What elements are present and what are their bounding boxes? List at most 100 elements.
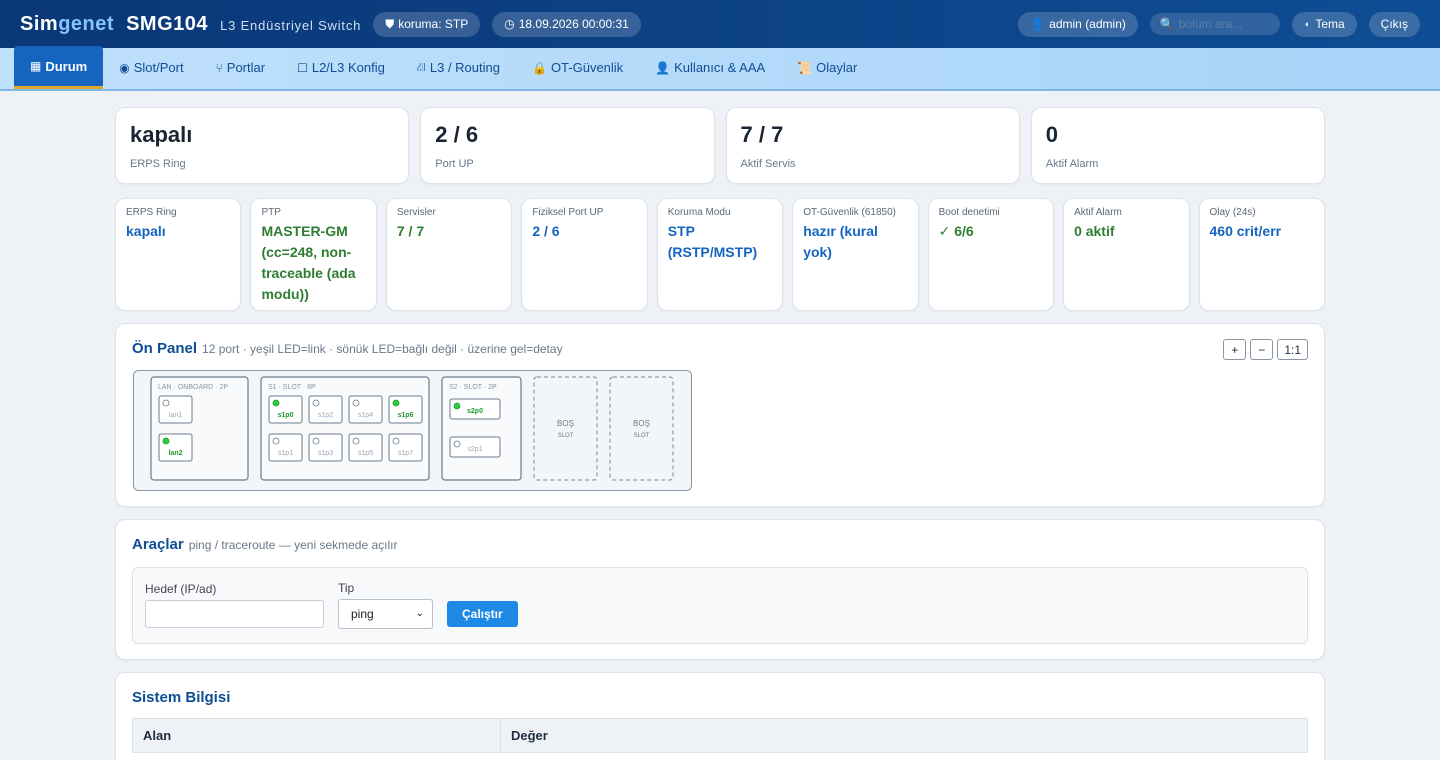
tools-section: Araçlar ping / traceroute — yeni sekmede… (115, 519, 1325, 660)
port-s1p6[interactable]: s1p6 (388, 395, 423, 424)
zoom-reset-button[interactable]: 1:1 (1277, 339, 1308, 360)
run-button[interactable]: Çalıştır (447, 601, 518, 627)
front-panel-section: Ön Panel 12 port · yeşil LED=link · sönü… (115, 323, 1325, 507)
system-info-header: Sistem Bilgisi (132, 689, 1308, 706)
status-label: Olay (24s) (1209, 207, 1256, 218)
port-s1p0[interactable]: s1p0 (268, 395, 303, 424)
port-s1p4[interactable]: s1p4 (348, 395, 383, 424)
port-s1p7[interactable]: s1p7 (388, 433, 423, 462)
module-frame (441, 376, 522, 481)
port-s1p2[interactable]: s1p2 (308, 395, 343, 424)
tab-6[interactable]: 👤 Kullanıcı & AAA (639, 46, 781, 89)
logout-button[interactable]: Çıkış (1368, 11, 1420, 37)
summary-card: kapalı ERPS Ring (115, 107, 410, 184)
module-title: LAN · ONBOARD · 2P (158, 384, 228, 391)
tab-7[interactable]: 📜 Olaylar (781, 46, 873, 89)
port-lan1[interactable]: lan1 (158, 395, 193, 424)
port-lan2[interactable]: lan2 (158, 433, 193, 462)
tab-label: OT-Güvenlik (550, 60, 624, 75)
chevron-down-icon: ⌄ (415, 608, 424, 619)
user-menu[interactable]: 👤 admin (admin) (1018, 11, 1138, 37)
column-header-field: Alan (132, 718, 501, 753)
logout-label: Çıkış (1380, 17, 1408, 31)
tab-label: Olaylar (816, 60, 858, 75)
summary-card: 2 / 6 Port UP (420, 107, 715, 184)
tools-header: Araçlar ping / traceroute — yeni sekmede… (132, 536, 1308, 553)
status-value: hazır (kural yok) (803, 223, 878, 260)
status-value: MASTER-GM (cc=248, non-traceable (ada mo… (261, 223, 356, 302)
port-led (312, 437, 320, 445)
status-label: Aktif Alarm (1074, 207, 1122, 218)
port-label: s1p1 (278, 450, 293, 457)
port-label: s1p3 (318, 450, 333, 457)
brand-logo: Simgenet SMG104 L3 Endüstriyel Switch (20, 13, 361, 36)
status-label: Servisler (396, 207, 436, 218)
status-value: 460 crit/err (1209, 223, 1282, 239)
empty-slot-label: BOŞ (557, 419, 574, 428)
port-s2p1[interactable]: s2p1 (449, 436, 501, 458)
status-card: PTP MASTER-GM (cc=248, non-traceable (ada… (250, 198, 377, 311)
front-panel-header: Ön Panel 12 port · yeşil LED=link · sönü… (132, 340, 1308, 357)
status-cards: ERPS Ring kapalı PTP MASTER-GM (cc=248, non… (115, 198, 1325, 311)
front-panel-hint: 12 port · yeşil LED=link · sönük LED=bağ… (202, 342, 563, 356)
status-card: Servisler 7 / 7 (385, 198, 513, 311)
status-value: ✓ 6/6 (938, 223, 974, 239)
summary-card: 7 / 7 Aktif Servis (725, 107, 1020, 184)
summary-label: Port UP (435, 158, 474, 170)
column-header-value: Değer (500, 718, 1308, 753)
module-frame (150, 376, 249, 481)
tab-4[interactable]: ⛜ L3 / Routing (401, 46, 516, 89)
tab-0[interactable]: ▦ Durum (14, 46, 104, 89)
tab-2[interactable]: ⑂ Portlar (200, 46, 282, 89)
port-label: s1p5 (358, 450, 373, 457)
type-select[interactable]: ping ⌄ (338, 599, 433, 629)
system-info-section: Sistem Bilgisi Alan Değer (115, 672, 1325, 760)
lock-icon: 🔒 (531, 60, 547, 75)
slot-module: S1 · SLOT · 8P s1p0 s1p2 s1p4 s1p6 s1p1 s1p3 s1… (260, 376, 430, 481)
status-label: Koruma Modu (667, 207, 731, 218)
slot-module: S2 · SLOT · 2P s2p0 s2p1 (441, 376, 522, 481)
router-icon: ⛜ (416, 59, 426, 74)
port-label: s1p0 (278, 412, 294, 419)
port-label: s1p6 (398, 412, 414, 419)
port-s2p0[interactable]: s2p0 (449, 398, 501, 420)
summary-label: ERPS Ring (130, 158, 186, 170)
port-s1p1[interactable]: s1p1 (268, 433, 303, 462)
port-led (453, 402, 461, 410)
theme-toggle-button[interactable]: ◖ Tema (1291, 11, 1357, 37)
status-value: 2 / 6 (532, 223, 560, 239)
port-s1p3[interactable]: s1p3 (308, 433, 343, 462)
user-name: admin (admin) (1049, 17, 1126, 31)
port-label: s2p1 (467, 446, 482, 453)
type-label: Tip (338, 581, 355, 595)
port-s1p5[interactable]: s1p5 (348, 433, 383, 462)
port-label: lan2 (168, 450, 182, 457)
port-label: s1p2 (318, 412, 333, 419)
port-led (352, 437, 360, 445)
moon-icon: ◖ (1303, 19, 1310, 29)
zoom-in-button[interactable]: + (1223, 339, 1247, 360)
status-value: STP (RSTP/MSTP) (667, 223, 758, 260)
user-icon: 👤 (1030, 17, 1046, 31)
clock-icon: ◷ (504, 17, 515, 31)
tab-1[interactable]: ◉ Slot/Port (103, 46, 199, 89)
protection-badge: ⛊ koruma: STP (373, 11, 481, 37)
device-subtitle: L3 Endüstriyel Switch (220, 17, 362, 33)
tools-form: Hedef (IP/ad) Tip ping ⌄ Çalıştır (132, 567, 1308, 644)
summary-label: Aktif Servis (740, 158, 796, 170)
status-value: 0 aktif (1074, 223, 1115, 239)
zoom-out-button[interactable]: − (1250, 339, 1274, 360)
target-input[interactable] (145, 600, 324, 628)
tab-label: Slot/Port (133, 60, 184, 75)
section-search-input[interactable]: 🔍 bölüm ara... (1149, 13, 1280, 35)
status-value: 7 / 7 (396, 223, 425, 239)
tab-label: Portlar (226, 60, 266, 75)
tools-hint: ping / traceroute — yeni sekmede açılır (188, 538, 398, 552)
tab-3[interactable]: ☐ L2/L3 Konfig (281, 46, 401, 89)
status-label: PTP (261, 207, 281, 218)
tab-5[interactable]: 🔒 OT-Güvenlik (516, 46, 639, 89)
port-label: s1p4 (358, 412, 373, 419)
empty-slot-label: BOŞ (633, 419, 650, 428)
status-card: OT-Güvenlik (61850) hazır (kural yok) (792, 198, 919, 311)
protection-text: koruma: STP (398, 17, 469, 31)
